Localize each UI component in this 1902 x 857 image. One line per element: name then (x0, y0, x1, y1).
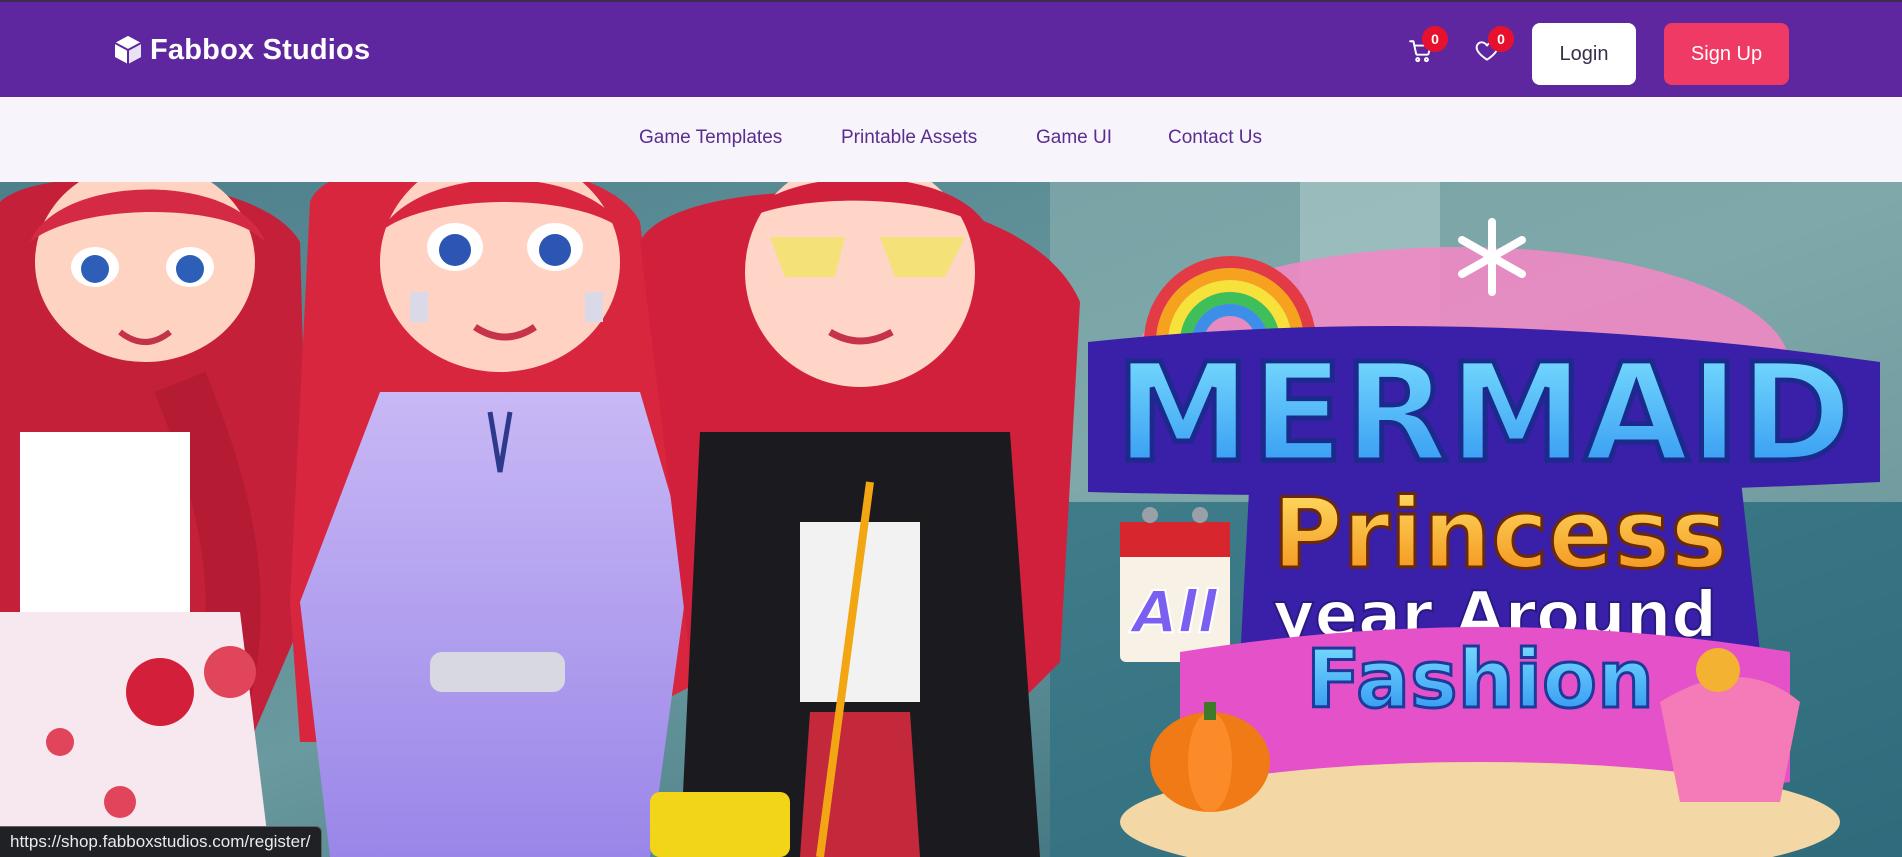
title-line-all: All (1129, 578, 1219, 646)
link-preview-statusbar: https://shop.fabboxstudios.com/register/ (0, 826, 322, 857)
nav-game-ui[interactable]: Game UI (1036, 127, 1112, 149)
brand-name: Fabbox Studios (150, 33, 371, 66)
title-line-mermaid: MERMAID (1115, 335, 1852, 493)
hero-banner[interactable]: MERMAID Princess All year Around Fashion (0, 182, 1902, 857)
nav-game-templates[interactable]: Game Templates (639, 127, 782, 149)
category-nav: Game Templates Printable Assets Game UI … (0, 97, 1902, 182)
wishlist-button[interactable]: 0 (1474, 26, 1514, 68)
login-button[interactable]: Login (1532, 23, 1636, 85)
character-girl-center (290, 182, 700, 857)
nav-printable-assets[interactable]: Printable Assets (841, 127, 977, 149)
emoji-face-icon (1696, 648, 1740, 692)
cart-count-badge: 0 (1422, 26, 1448, 52)
shell-icon (1660, 677, 1800, 802)
wishlist-count-badge: 0 (1488, 26, 1514, 52)
title-line-princess: Princess (1272, 478, 1727, 590)
brand-logo[interactable]: Fabbox Studios (112, 32, 370, 68)
title-line-fashion: Fashion (1306, 633, 1654, 726)
logo-cube-icon (114, 36, 142, 64)
nav-contact-us[interactable]: Contact Us (1168, 127, 1262, 149)
hero-illustration: MERMAID Princess All year Around Fashion (0, 182, 1902, 857)
signup-button[interactable]: Sign Up (1664, 23, 1789, 85)
cart-button[interactable]: 0 (1408, 26, 1448, 68)
character-girl-right (640, 182, 1080, 857)
top-navbar: Fabbox Studios 0 0 Login Sign Up (0, 0, 1902, 97)
